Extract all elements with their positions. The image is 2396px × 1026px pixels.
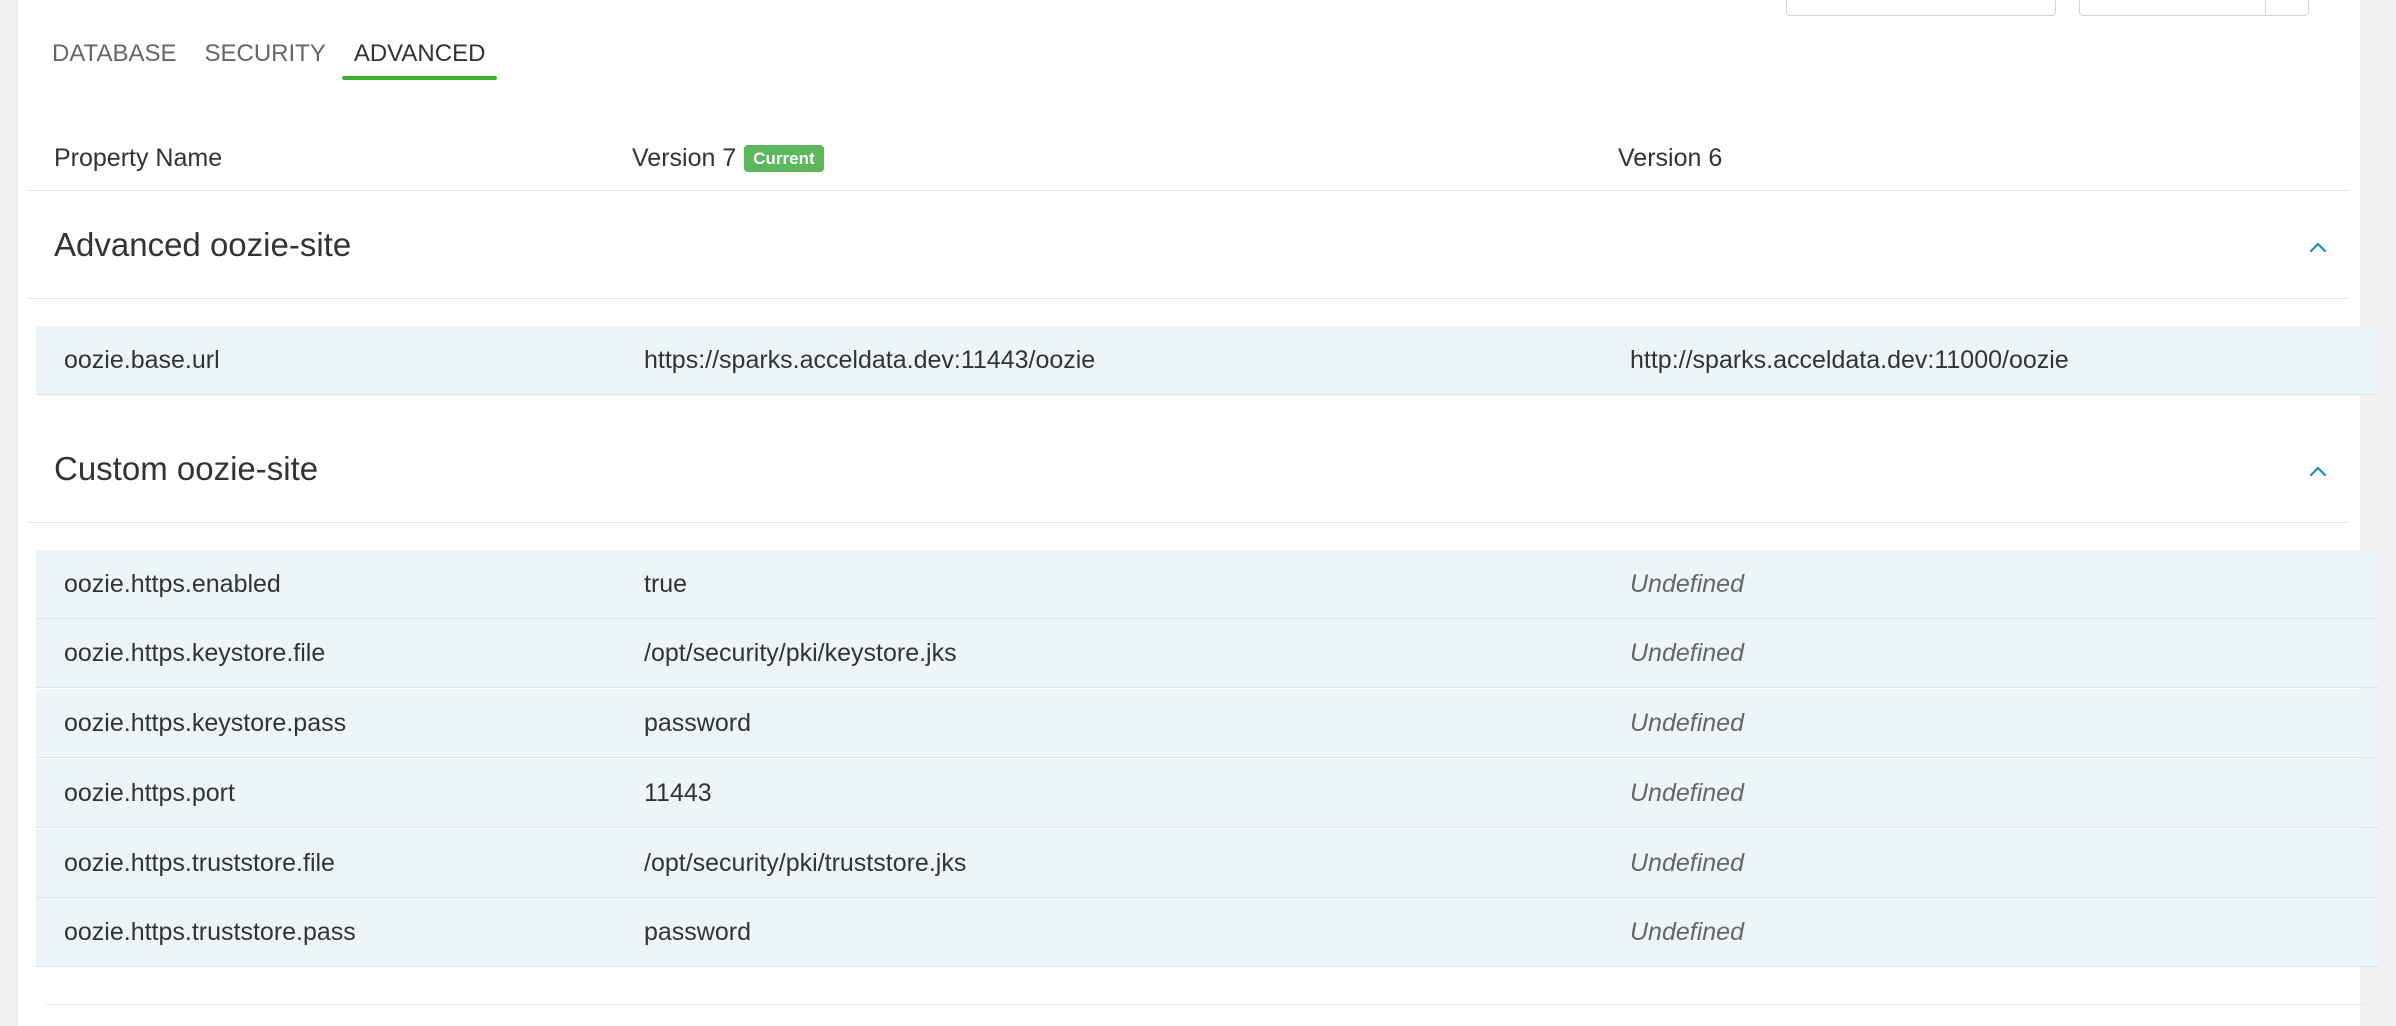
section-title: Custom oozie-site xyxy=(54,450,319,487)
property-name-cell: oozie.https.port xyxy=(64,779,235,807)
toolbar-button[interactable] xyxy=(1786,0,2056,16)
table-header: Property Name Version 7 Current Version … xyxy=(28,138,2350,191)
tab-advanced[interactable]: ADVANCED xyxy=(340,30,500,80)
config-tabs: DATABASE SECURITY ADVANCED xyxy=(38,30,499,80)
chevron-up-icon[interactable] xyxy=(2306,236,2330,260)
property-name-cell: oozie.https.keystore.pass xyxy=(64,709,347,737)
section-title: Advanced oozie-site xyxy=(54,226,352,263)
toolbar-dropdown-button[interactable] xyxy=(2079,0,2309,16)
table-row: oozie.base.url https://sparks.acceldata.… xyxy=(36,326,2378,395)
property-name-cell: oozie.https.keystore.file xyxy=(64,639,326,667)
tab-security[interactable]: SECURITY xyxy=(190,30,339,80)
version6-value-cell: Undefined xyxy=(1630,639,1744,667)
version6-value-cell: Undefined xyxy=(1630,918,1744,946)
version6-value-cell: Undefined xyxy=(1630,709,1744,737)
version6-value-cell: Undefined xyxy=(1630,779,1744,807)
version7-value-cell: /opt/security/pki/truststore.jks xyxy=(644,849,967,877)
tab-database[interactable]: DATABASE xyxy=(38,30,190,80)
table-row: oozie.https.keystore.file /opt/security/… xyxy=(36,619,2378,688)
version6-value-cell: http://sparks.acceldata.dev:11000/oozie xyxy=(1630,346,2069,374)
column-header-property-name: Property Name xyxy=(54,144,223,172)
version7-value-cell: 11443 xyxy=(644,779,712,807)
version7-value-cell: true xyxy=(644,570,688,598)
version6-value-cell: Undefined xyxy=(1630,570,1744,598)
current-badge: Current xyxy=(744,145,824,172)
property-name-cell: oozie.base.url xyxy=(64,346,220,374)
column-header-version6: Version 6 xyxy=(1618,144,1723,172)
section-advanced-oozie-site: Advanced oozie-site xyxy=(28,192,2350,299)
version7-value-cell: password xyxy=(644,918,751,946)
property-name-cell: oozie.https.truststore.pass xyxy=(64,918,356,946)
chevron-up-icon[interactable] xyxy=(2306,460,2330,484)
section-custom-oozie-site: Custom oozie-site xyxy=(28,416,2350,523)
version6-value-cell: Undefined xyxy=(1630,849,1744,877)
table-row: oozie.https.enabled true Undefined xyxy=(36,550,2378,619)
table-row: oozie.https.port 11443 Undefined xyxy=(36,759,2378,828)
version7-value-cell: https://sparks.acceldata.dev:11443/oozie xyxy=(644,346,1096,374)
version7-value-cell: /opt/security/pki/keystore.jks xyxy=(644,639,957,667)
config-compare-panel: DATABASE SECURITY ADVANCED Property Name… xyxy=(18,0,2378,1026)
table-row: oozie.https.keystore.pass password Undef… xyxy=(36,689,2378,758)
property-name-cell: oozie.https.enabled xyxy=(64,570,281,598)
version7-label: Version 7 xyxy=(632,144,737,172)
table-row: oozie.https.truststore.file /opt/securit… xyxy=(36,829,2378,898)
version7-value-cell: password xyxy=(644,709,751,737)
table-row: oozie.https.truststore.pass password Und… xyxy=(36,898,2378,967)
property-name-cell: oozie.https.truststore.file xyxy=(64,849,335,877)
column-header-version7: Version 7 Current xyxy=(632,144,824,173)
dropdown-divider xyxy=(2265,0,2266,15)
divider xyxy=(46,1004,2368,1005)
